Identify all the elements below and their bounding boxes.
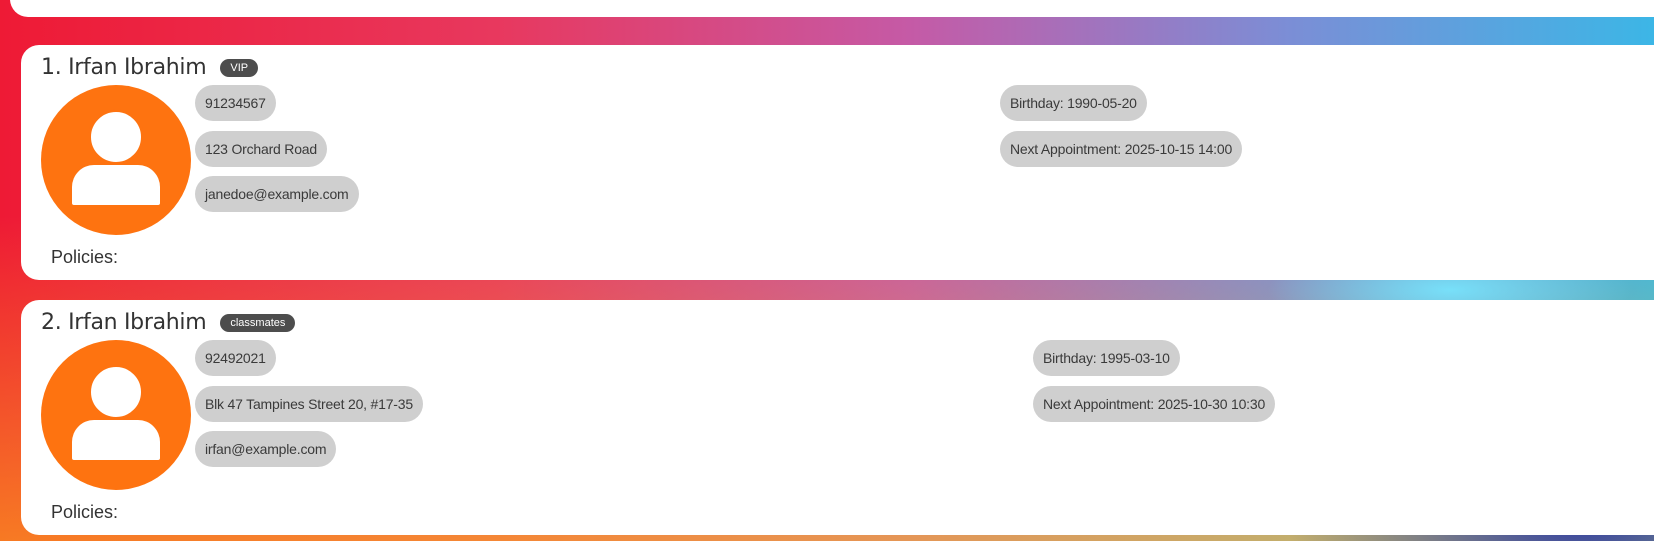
email-chip: janedoe@example.com <box>195 176 359 212</box>
policies-label: Policies: <box>51 502 118 523</box>
avatar-body <box>72 165 160 205</box>
tag-badge: classmates <box>220 314 295 332</box>
email-chip: irfan@example.com <box>195 431 336 467</box>
appointment-chip: Next Appointment: 2025-10-30 10:30 <box>1033 386 1275 422</box>
person-header: 1. Irfan Ibrahim VIP <box>41 55 258 80</box>
person-header: 2. Irfan Ibrahim classmates <box>41 310 295 335</box>
person-avatar-icon <box>41 85 191 235</box>
address-chip: Blk 47 Tampines Street 20, #17-35 <box>195 386 423 422</box>
person-name: 2. Irfan Ibrahim <box>41 310 206 335</box>
birthday-chip: Birthday: 1995-03-10 <box>1033 340 1180 376</box>
tag-badge: VIP <box>220 59 258 77</box>
appointment-chip: Next Appointment: 2025-10-15 14:00 <box>1000 131 1242 167</box>
avatar-head <box>88 109 144 165</box>
phone-chip: 92492021 <box>195 340 276 376</box>
person-name: 1. Irfan Ibrahim <box>41 55 206 80</box>
phone-chip: 91234567 <box>195 85 276 121</box>
person-card[interactable]: 1. Irfan Ibrahim VIP 91234567 123 Orchar… <box>21 45 1654 280</box>
birthday-chip: Birthday: 1990-05-20 <box>1000 85 1147 121</box>
previous-person-card[interactable] <box>10 0 1654 17</box>
policies-label: Policies: <box>51 247 118 268</box>
avatar-body <box>72 420 160 460</box>
avatar-head <box>88 364 144 420</box>
person-avatar-icon <box>41 340 191 490</box>
address-chip: 123 Orchard Road <box>195 131 327 167</box>
person-card[interactable]: 2. Irfan Ibrahim classmates 92492021 Blk… <box>21 300 1654 535</box>
